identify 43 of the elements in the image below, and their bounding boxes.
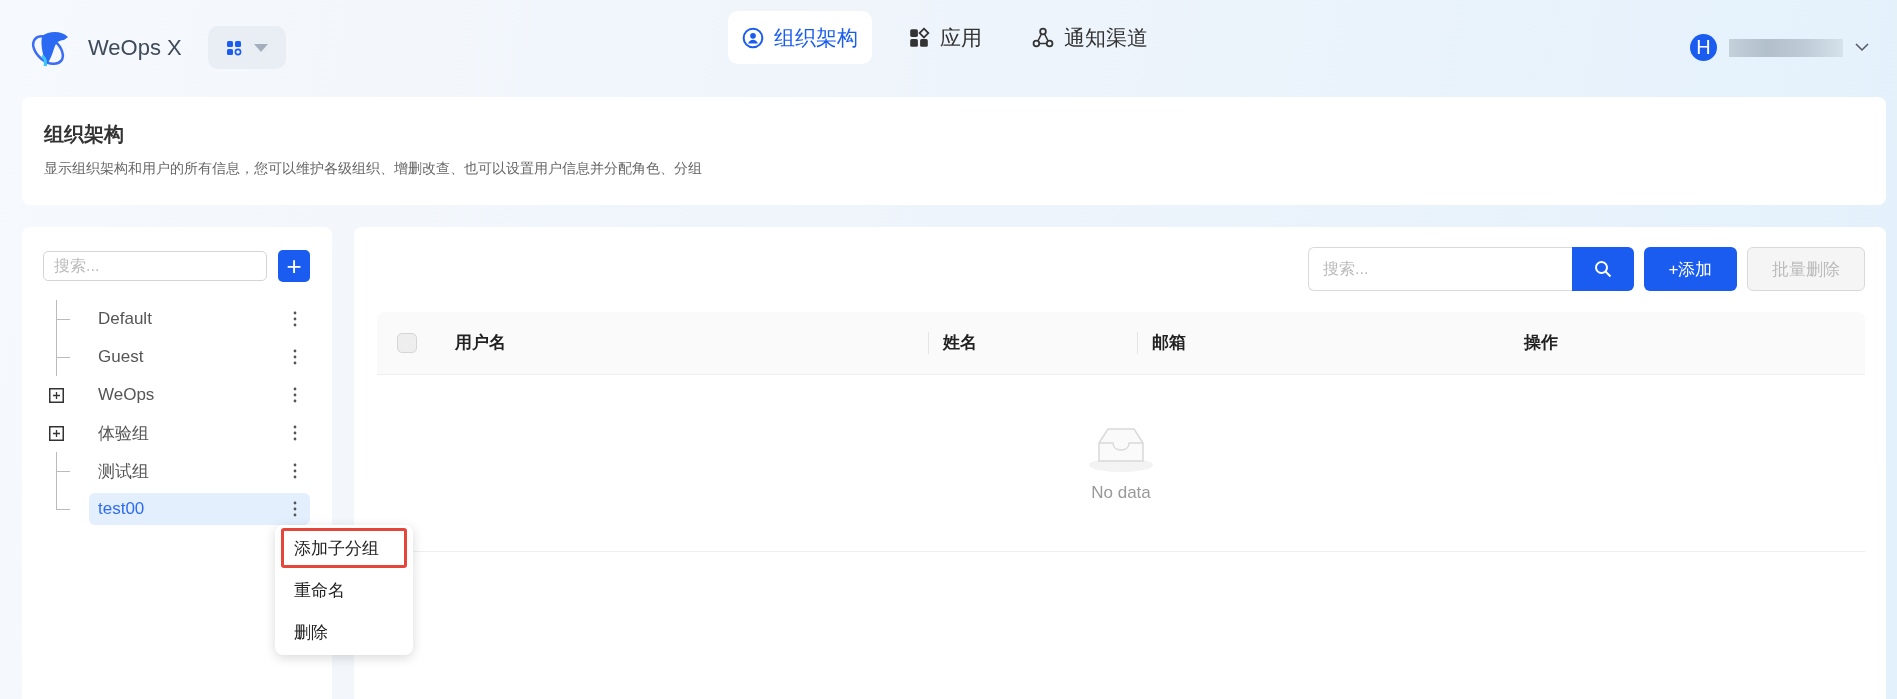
add-group-button[interactable]: + xyxy=(278,250,310,282)
tree-node[interactable]: Guest xyxy=(89,341,310,373)
expand-icon[interactable] xyxy=(49,426,64,441)
user-avatar[interactable]: H xyxy=(1690,34,1717,61)
more-icon[interactable] xyxy=(292,462,298,480)
more-icon[interactable] xyxy=(292,348,298,366)
tree-node[interactable]: WeOps xyxy=(89,379,310,411)
nav-tab[interactable]: 应用 xyxy=(894,11,996,64)
caret-down-icon xyxy=(253,43,268,52)
expand-icon[interactable] xyxy=(49,388,64,403)
tree-search-field[interactable]: 搜索... xyxy=(43,251,267,281)
search-icon xyxy=(1594,260,1612,278)
menu-item[interactable]: 重命名 xyxy=(281,570,407,610)
tree-node[interactable]: Default xyxy=(89,303,310,335)
more-icon[interactable] xyxy=(292,500,298,518)
page-title: 组织架构 xyxy=(44,122,125,147)
tree-node[interactable]: test00 xyxy=(89,493,310,525)
select-all-checkbox[interactable] xyxy=(397,333,417,353)
page-description: 显示组织架构和用户的所有信息，您可以维护各级组织、增删改查、也可以设置用户信息并分配角色、分组 xyxy=(44,160,703,178)
column-header: 用户名 xyxy=(455,333,506,352)
apps-icon xyxy=(225,39,242,56)
nodes-icon xyxy=(1032,26,1054,49)
column-header: 邮箱 xyxy=(1152,333,1186,352)
apps-icon xyxy=(908,26,930,49)
column-header: 操作 xyxy=(1524,333,1558,352)
chevron-down-icon[interactable] xyxy=(1855,43,1869,52)
nav-tab[interactable]: 组织架构 xyxy=(728,11,872,64)
app-name: WeOps X xyxy=(88,34,182,61)
app-switcher-button[interactable] xyxy=(207,26,286,69)
nav-tab[interactable]: 通知渠道 xyxy=(1018,11,1162,64)
search-button[interactable] xyxy=(1572,247,1634,291)
menu-item[interactable]: 添加子分组 xyxy=(281,528,407,568)
tree-node[interactable]: 测试组 xyxy=(89,455,310,487)
menu-item[interactable]: 删除 xyxy=(281,612,407,652)
user-search-field[interactable]: 搜索... xyxy=(1308,247,1572,291)
empty-message: No data xyxy=(1091,483,1151,503)
column-header: 姓名 xyxy=(943,333,977,352)
more-icon[interactable] xyxy=(292,424,298,442)
more-icon[interactable] xyxy=(292,386,298,404)
more-icon[interactable] xyxy=(292,310,298,328)
add-user-button[interactable]: +添加 xyxy=(1644,247,1737,291)
tree-node[interactable]: 体验组 xyxy=(89,417,310,449)
user-icon xyxy=(742,26,764,49)
